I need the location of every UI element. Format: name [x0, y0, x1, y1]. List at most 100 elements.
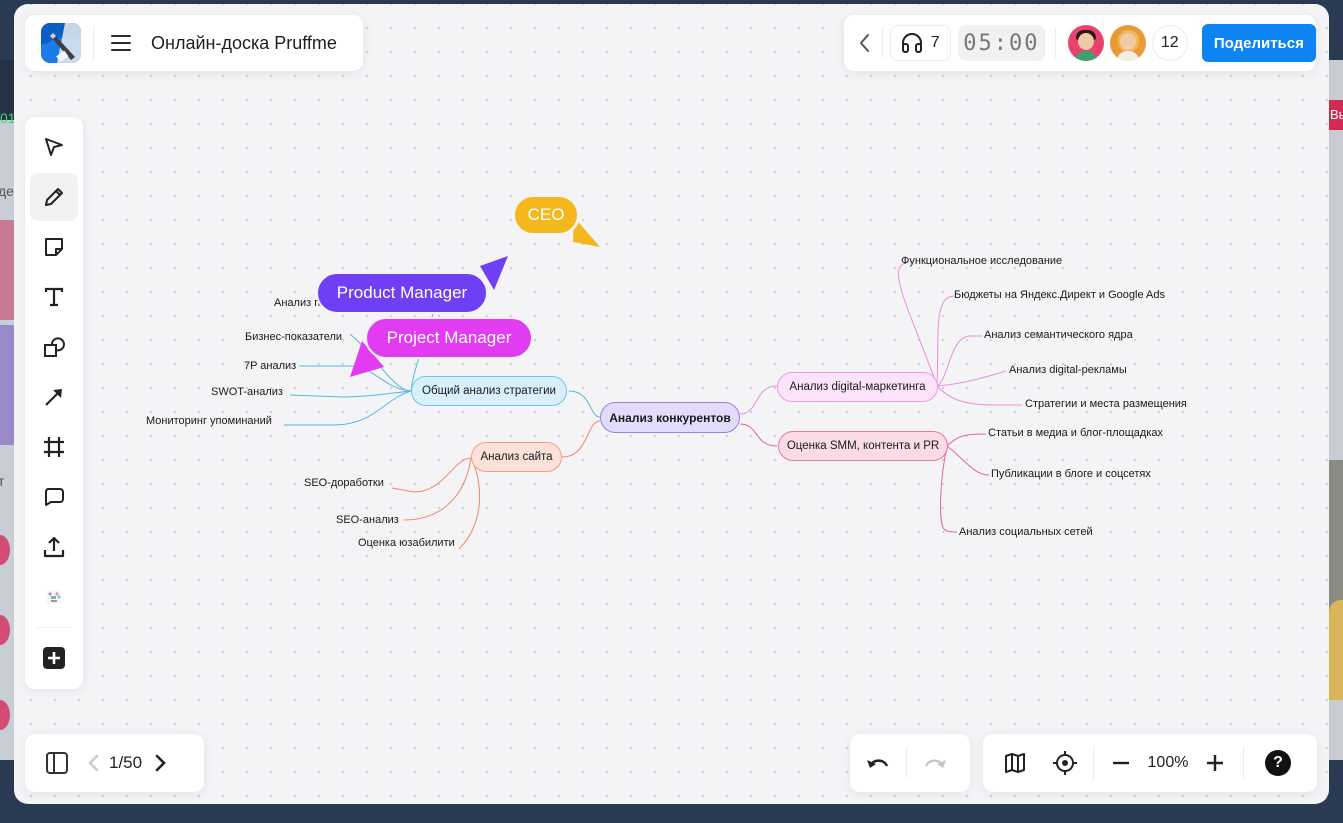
headphones-icon: [901, 33, 922, 53]
participants-count[interactable]: 12: [1151, 25, 1188, 61]
view-controls: 100% ?: [983, 734, 1317, 792]
connector-strategy-leaf: [289, 390, 412, 398]
leaf-strategy-5[interactable]: Мониторинг упоминаний: [146, 415, 272, 427]
templates-icon: [46, 590, 62, 604]
avatar[interactable]: [1109, 25, 1146, 61]
node-strategy-label: Общий анализ стратегии: [422, 385, 556, 397]
cursor-label-product-manager: Product Manager: [316, 272, 488, 314]
arrow-icon: [45, 389, 62, 406]
connector-smm-leaf: [946, 433, 987, 447]
share-button[interactable]: Поделиться: [1201, 24, 1316, 62]
chevron-left-icon[interactable]: [87, 753, 99, 773]
node-site[interactable]: Анализ сайта: [471, 442, 562, 472]
minus-icon: [1113, 761, 1129, 765]
session-header: 7 05:00 12 Поделиться: [844, 15, 1316, 71]
tool-shapes[interactable]: [30, 323, 78, 371]
divider: [1093, 746, 1094, 780]
leaf-digital-4[interactable]: Анализ digital-рекламы: [1009, 364, 1127, 376]
leaf-strategy-4[interactable]: SWOT-анализ: [211, 386, 283, 398]
zoom-in-button[interactable]: [1195, 743, 1235, 783]
help-button[interactable]: ?: [1258, 743, 1298, 783]
tool-upload[interactable]: [30, 523, 78, 571]
connector-digital-leaf: [936, 370, 1007, 387]
leaf-site-2[interactable]: SEO-анализ: [336, 514, 399, 526]
sticky-note-icon: [45, 238, 63, 256]
node-smm[interactable]: Оценка SMM, контента и PR: [778, 431, 948, 461]
plus-square-icon: [43, 647, 65, 669]
redo-button[interactable]: [907, 743, 963, 783]
chevron-right-icon[interactable]: [154, 753, 166, 773]
cursor-product-manager-text: Product Manager: [336, 283, 468, 302]
tool-arrow[interactable]: [30, 373, 78, 421]
tool-sticky-note[interactable]: [30, 223, 78, 271]
connector-strategy-leaf: [284, 390, 412, 426]
avatar[interactable]: [1067, 25, 1104, 61]
node-smm-label: Оценка SMM, контента и PR: [786, 440, 940, 452]
sidebar-toggle-icon[interactable]: [45, 751, 69, 775]
participants: 12: [1067, 25, 1188, 61]
divider: [881, 28, 883, 58]
tool-more[interactable]: [30, 634, 78, 682]
leaf-strategy-3[interactable]: 7P анализ: [244, 360, 296, 372]
leaf-site-3[interactable]: Оценка юзабилити: [358, 537, 455, 549]
leaf-smm-1[interactable]: Статьи в медиа и блог-площадках: [988, 427, 1163, 439]
redo-icon: [924, 759, 946, 768]
comment-icon: [45, 488, 64, 506]
plus-icon: [1207, 755, 1223, 771]
connector-root-strategy: [568, 390, 601, 418]
frame-icon: [44, 437, 64, 457]
history-controls: [850, 734, 970, 792]
leaf-strategy-2[interactable]: Бизнес-показатели: [245, 331, 342, 343]
tool-comment[interactable]: [30, 473, 78, 521]
minimap-button[interactable]: [995, 743, 1035, 783]
zoom-out-button[interactable]: [1101, 743, 1141, 783]
pruffme-logo[interactable]: [41, 23, 81, 63]
leaf-digital-3[interactable]: Анализ семантического ядра: [984, 329, 1133, 341]
chevron-left-icon[interactable]: [856, 31, 872, 55]
whiteboard-canvas[interactable]: Анализ п Бизнес-показатели 7P анализ SWO…: [14, 4, 1329, 804]
connector-root-smm: [739, 423, 778, 447]
board-header: Онлайн-доска Pruffme: [25, 15, 363, 71]
help-icon: ?: [1265, 750, 1291, 776]
undo-button[interactable]: [850, 743, 906, 783]
node-digital[interactable]: Анализ digital-маркетинга: [777, 372, 938, 402]
background-app-left: 01 де т: [0, 60, 16, 760]
center-view-button[interactable]: [1045, 743, 1085, 783]
page-indicator: 1/50: [109, 753, 143, 772]
background-app-right: Вы: [1329, 60, 1343, 760]
node-strategy[interactable]: Общий анализ стратегии: [411, 376, 567, 406]
connector-smm-leaf: [940, 445, 958, 533]
divider: [36, 627, 72, 628]
leaf-digital-5[interactable]: Стратегии и места размещения: [1025, 398, 1187, 410]
audio-button[interactable]: 7: [889, 25, 952, 61]
tool-text[interactable]: [30, 273, 78, 321]
connector-smm-leaf: [946, 445, 990, 476]
tool-select[interactable]: [30, 123, 78, 171]
divider: [1054, 28, 1056, 58]
leaf-digital-2[interactable]: Бюджеты на Яндекс.Директ и Google Ads: [954, 289, 1165, 301]
leaf-smm-3[interactable]: Анализ социальных сетей: [959, 526, 1093, 538]
minimap-icon: [1005, 753, 1025, 773]
cursor-project-manager-text: Project Manager: [386, 328, 512, 347]
node-site-label: Анализ сайта: [480, 451, 553, 463]
text-icon: [44, 287, 64, 307]
tool-templates[interactable]: [30, 573, 78, 621]
cursor-ceo-text: CEO: [527, 205, 565, 224]
connector-digital-leaf: [936, 335, 982, 387]
connector-digital-leaf: [936, 385, 1022, 406]
leaf-strategy-1[interactable]: Анализ п: [274, 297, 320, 309]
connector-site-leaf: [403, 457, 472, 521]
cursor-label-ceo: CEO: [512, 194, 580, 236]
tool-frame[interactable]: [30, 423, 78, 471]
leaf-digital-1[interactable]: Функциональное исследование: [901, 255, 1062, 267]
leaf-smm-2[interactable]: Публикации в блоге и соцсетях: [991, 468, 1151, 480]
crosshair-icon: [1053, 751, 1077, 775]
node-root[interactable]: Анализ конкурентов: [600, 402, 740, 433]
timer[interactable]: 05:00: [958, 25, 1045, 61]
leaf-site-1[interactable]: SEO-доработки: [304, 477, 384, 489]
divider: [1243, 746, 1244, 780]
node-root-label: Анализ конкурентов: [609, 410, 731, 425]
tool-pen[interactable]: [30, 173, 78, 221]
menu-icon[interactable]: [111, 35, 131, 51]
node-digital-label: Анализ digital-маркетинга: [789, 381, 926, 393]
